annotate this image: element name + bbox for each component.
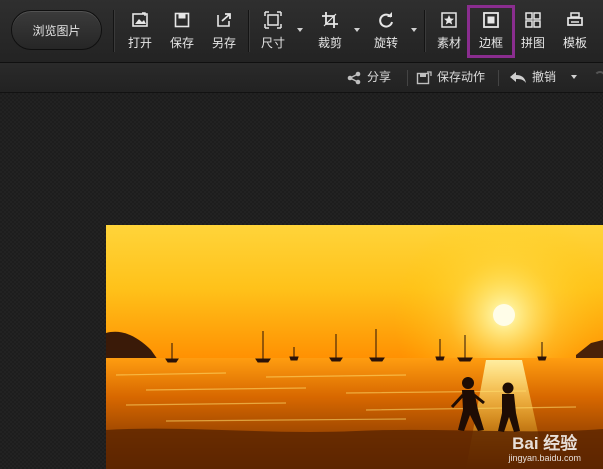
save-as-label: 另存	[211, 36, 236, 50]
crop-icon	[322, 12, 338, 28]
share-button[interactable]: 分享	[346, 63, 391, 92]
crop-dropdown-caret-icon[interactable]	[354, 28, 360, 32]
size-label: 尺寸	[260, 36, 285, 50]
crop-label: 裁剪	[317, 36, 342, 50]
action-bar-divider	[498, 70, 499, 86]
grid-icon	[525, 12, 541, 28]
main-toolbar: 浏览图片 打开 保存 另存 尺寸 裁剪 旋转 素材 边框 拼图 模板	[0, 0, 603, 63]
template-icon	[567, 12, 583, 26]
toolbar-divider	[113, 10, 115, 52]
save-action-button[interactable]: 保存动作	[416, 63, 485, 92]
action-bar: 分享 保存动作 撤销	[0, 63, 603, 93]
toolbar-divider	[424, 10, 426, 52]
border-button-highlight	[467, 5, 515, 58]
save-icon	[174, 12, 190, 28]
open-label: 打开	[127, 36, 152, 50]
photo-image	[106, 225, 603, 469]
save-button[interactable]: 保存	[165, 8, 199, 54]
undo-button[interactable]: 撤销	[509, 63, 556, 92]
material-label: 素材	[436, 36, 461, 50]
undo-icon	[510, 71, 526, 83]
watermark: Bai 经验 jingyan.baidu.com	[508, 435, 581, 463]
open-button[interactable]: 打开	[123, 8, 157, 54]
save-as-button[interactable]: 另存	[207, 8, 241, 54]
save-action-label: 保存动作	[437, 70, 486, 84]
template-label: 模板	[562, 36, 587, 50]
size-dropdown-caret-icon[interactable]	[297, 28, 303, 32]
rotate-icon	[379, 12, 393, 28]
rotate-label: 旋转	[373, 36, 398, 50]
watermark-main-text: Bai 经验	[512, 434, 578, 453]
action-bar-divider	[407, 70, 408, 86]
watermark-url-text: jingyan.baidu.com	[508, 453, 581, 463]
sunset-beach-photo: Bai 经验 jingyan.baidu.com	[106, 225, 603, 469]
template-button[interactable]: 模板	[558, 8, 592, 54]
save-action-icon	[416, 70, 432, 84]
rotate-dropdown-caret-icon[interactable]	[411, 28, 417, 32]
image-canvas: Bai 经验 jingyan.baidu.com	[0, 93, 603, 469]
save-as-icon	[217, 13, 231, 27]
share-icon	[347, 71, 361, 84]
collage-button[interactable]: 拼图	[516, 8, 550, 54]
rotate-button[interactable]: 旋转	[369, 8, 403, 54]
size-button[interactable]: 尺寸	[256, 8, 290, 54]
star-icon	[441, 12, 457, 28]
undo-dropdown-caret-icon[interactable]	[571, 75, 577, 79]
toolbar-divider	[248, 10, 250, 52]
collage-label: 拼图	[520, 36, 545, 50]
material-button[interactable]: 素材	[432, 8, 466, 54]
resize-icon	[264, 11, 282, 29]
open-icon	[132, 12, 148, 27]
browse-images-button[interactable]: 浏览图片	[11, 10, 102, 50]
undo-label: 撤销	[532, 70, 557, 84]
share-label: 分享	[367, 70, 392, 84]
redo-icon[interactable]	[594, 71, 603, 83]
crop-button[interactable]: 裁剪	[313, 8, 347, 54]
save-label: 保存	[169, 36, 194, 50]
